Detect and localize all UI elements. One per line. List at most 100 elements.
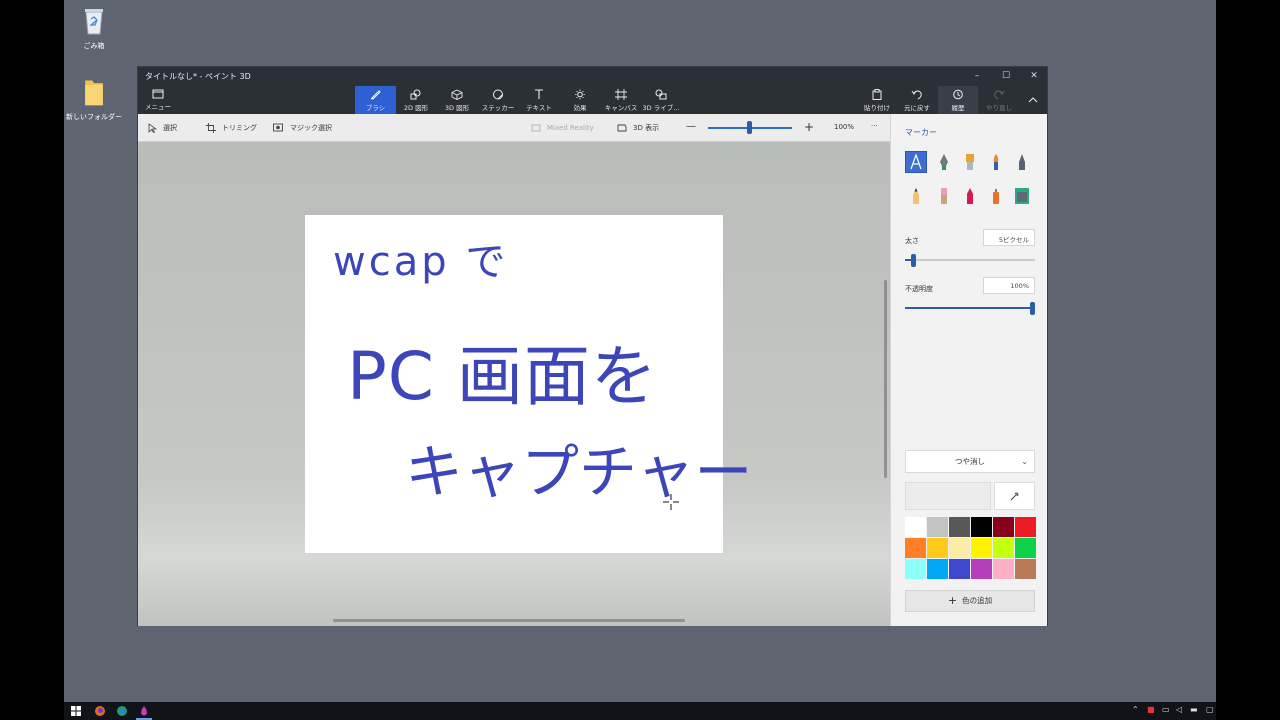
opacity-slider-thumb[interactable] — [1030, 302, 1035, 315]
tab-stickers[interactable]: ステッカー — [478, 86, 518, 114]
firefox-icon[interactable] — [94, 705, 106, 717]
crosshair-cursor-icon — [663, 494, 679, 510]
watercolor-tool-button[interactable] — [985, 151, 1007, 173]
spray-can-icon — [993, 189, 999, 204]
select-button[interactable]: 選択 — [148, 123, 177, 133]
text-icon — [535, 89, 543, 99]
paste-button[interactable]: 貼り付け — [862, 86, 892, 114]
minimize-button[interactable]: – — [963, 69, 991, 84]
oil-brush-tool-button[interactable] — [959, 151, 981, 173]
3d-shapes-icon — [451, 89, 463, 100]
finish-dropdown[interactable]: つや消し ⌄ — [905, 450, 1035, 473]
3d-library-icon — [655, 89, 667, 100]
color-swatch[interactable] — [993, 559, 1014, 579]
3d-view-button[interactable]: 3D 表示 — [617, 123, 659, 133]
taskbar: ⌃ ■ ▭ ◁ ▬ ▢ — [64, 702, 1216, 720]
menu-button[interactable]: メニュー — [144, 86, 172, 114]
panel-title: マーカー — [905, 128, 937, 137]
network-icon[interactable]: ▭ — [1162, 705, 1170, 714]
color-swatch[interactable] — [971, 559, 992, 579]
collapse-ribbon-button[interactable] — [1023, 86, 1043, 114]
eraser-tool-button[interactable] — [933, 185, 955, 207]
color-swatch[interactable] — [949, 517, 970, 537]
chevron-up-icon[interactable]: ⌃ — [1132, 705, 1139, 714]
thickness-slider-thumb[interactable] — [911, 254, 917, 267]
speaker-icon[interactable]: ◁ — [1176, 705, 1182, 714]
color-swatch[interactable] — [905, 538, 926, 558]
horizontal-scrollbar[interactable] — [333, 619, 685, 622]
tab-3d-library[interactable]: 3D ライブ... — [641, 86, 681, 114]
color-swatch[interactable] — [927, 559, 948, 579]
eyedropper-button[interactable] — [994, 482, 1035, 510]
workspace[interactable]: wcap で PC 画面を キャプチャー — [138, 142, 890, 626]
tab-text[interactable]: テキスト — [520, 86, 558, 114]
recycle-bin-icon — [85, 9, 103, 35]
color-swatch[interactable] — [993, 538, 1014, 558]
color-swatch[interactable] — [905, 559, 926, 579]
mixed-reality-button[interactable]: Mixed Reality — [531, 123, 594, 133]
close-button[interactable]: ✕ — [1020, 69, 1048, 84]
crayon-tool-button[interactable] — [959, 185, 981, 207]
desktop-icon-new-folder[interactable]: 新しいフォルダー — [64, 77, 124, 122]
color-swatch[interactable] — [1015, 559, 1036, 579]
add-color-button[interactable]: + 色の追加 — [905, 590, 1035, 612]
3d-view-icon — [617, 124, 627, 132]
crop-button[interactable]: トリミング — [206, 123, 257, 133]
tab-effects[interactable]: 効果 — [561, 86, 599, 114]
handwritten-line-3: キャプチャー — [405, 438, 753, 506]
desktop-icon-recycle-bin[interactable]: ごみ箱 — [64, 6, 124, 51]
start-windows-icon[interactable] — [70, 705, 82, 717]
battery-icon[interactable]: ▬ — [1190, 705, 1198, 714]
calligraphy-pen-tool-button[interactable] — [933, 151, 955, 173]
color-swatch[interactable] — [971, 538, 992, 558]
opacity-input[interactable]: 100% — [983, 277, 1035, 294]
zoom-in-button[interactable]: + — [804, 120, 814, 134]
eyedropper-icon — [1010, 492, 1019, 501]
thickness-input[interactable]: 5ピクセル — [983, 229, 1035, 246]
zoom-out-button[interactable]: — — [686, 121, 696, 132]
vertical-scrollbar[interactable] — [884, 280, 887, 478]
camera-icon[interactable]: ■ — [1147, 705, 1155, 714]
pixel-pen-tool-button[interactable] — [1011, 151, 1033, 173]
tab-canvas[interactable]: キャンバス — [602, 86, 640, 114]
sticker-icon — [493, 89, 503, 100]
notification-icon[interactable]: ▢ — [1206, 705, 1214, 714]
color-swatch[interactable] — [905, 517, 926, 537]
maximize-button[interactable]: ☐ — [992, 69, 1020, 84]
zoom-level[interactable]: 100% — [834, 123, 854, 131]
sub-toolbar: 選択 トリミング マジック選択 Mixed Reality 3D 表示 — + — [138, 114, 890, 142]
more-options-button[interactable]: ··· — [871, 122, 878, 130]
thickness-slider-track[interactable] — [905, 259, 1035, 261]
color-swatch[interactable] — [949, 559, 970, 579]
tab-label: ブラシ — [365, 104, 386, 112]
color-swatch[interactable] — [1015, 538, 1036, 558]
color-swatch[interactable] — [927, 538, 948, 558]
color-swatch[interactable] — [993, 517, 1014, 537]
fill-tool-button[interactable] — [1011, 185, 1033, 207]
edge-icon[interactable] — [116, 705, 128, 717]
paint3d-window: タイトルなし* - ペイント 3D – ☐ ✕ メニュー ブラシ 2D 図形 3… — [137, 66, 1048, 626]
handwritten-line-2: PC 画面を — [347, 338, 658, 415]
undo-button[interactable]: 元に戻す — [902, 86, 932, 114]
opacity-slider-track[interactable] — [905, 307, 1035, 309]
tab-2d-shapes[interactable]: 2D 図形 — [397, 86, 435, 114]
tab-brush[interactable]: ブラシ — [355, 86, 396, 114]
folder-icon — [85, 80, 103, 106]
title-bar[interactable]: タイトルなし* - ペイント 3D – ☐ ✕ — [138, 67, 1047, 86]
magic-select-button[interactable]: マジック選択 — [273, 123, 332, 133]
color-swatch[interactable] — [949, 538, 970, 558]
pencil-tool-button[interactable] — [905, 185, 927, 207]
color-swatch[interactable] — [1015, 517, 1036, 537]
desktop-icon-label: 新しいフォルダー — [66, 113, 122, 121]
marker-tool-button[interactable] — [905, 151, 927, 173]
pencil-icon — [913, 188, 919, 204]
color-swatch[interactable] — [927, 517, 948, 537]
color-swatch[interactable] — [971, 517, 992, 537]
desktop-icon-label: ごみ箱 — [83, 42, 105, 50]
spray-can-tool-button[interactable] — [985, 185, 1007, 207]
tab-3d-shapes[interactable]: 3D 図形 — [438, 86, 476, 114]
history-button[interactable]: 履歴 — [938, 86, 978, 114]
zoom-slider-thumb[interactable] — [747, 121, 752, 134]
redo-button[interactable]: やり直し — [983, 86, 1015, 114]
paint3d-taskbar-icon[interactable] — [138, 705, 150, 717]
